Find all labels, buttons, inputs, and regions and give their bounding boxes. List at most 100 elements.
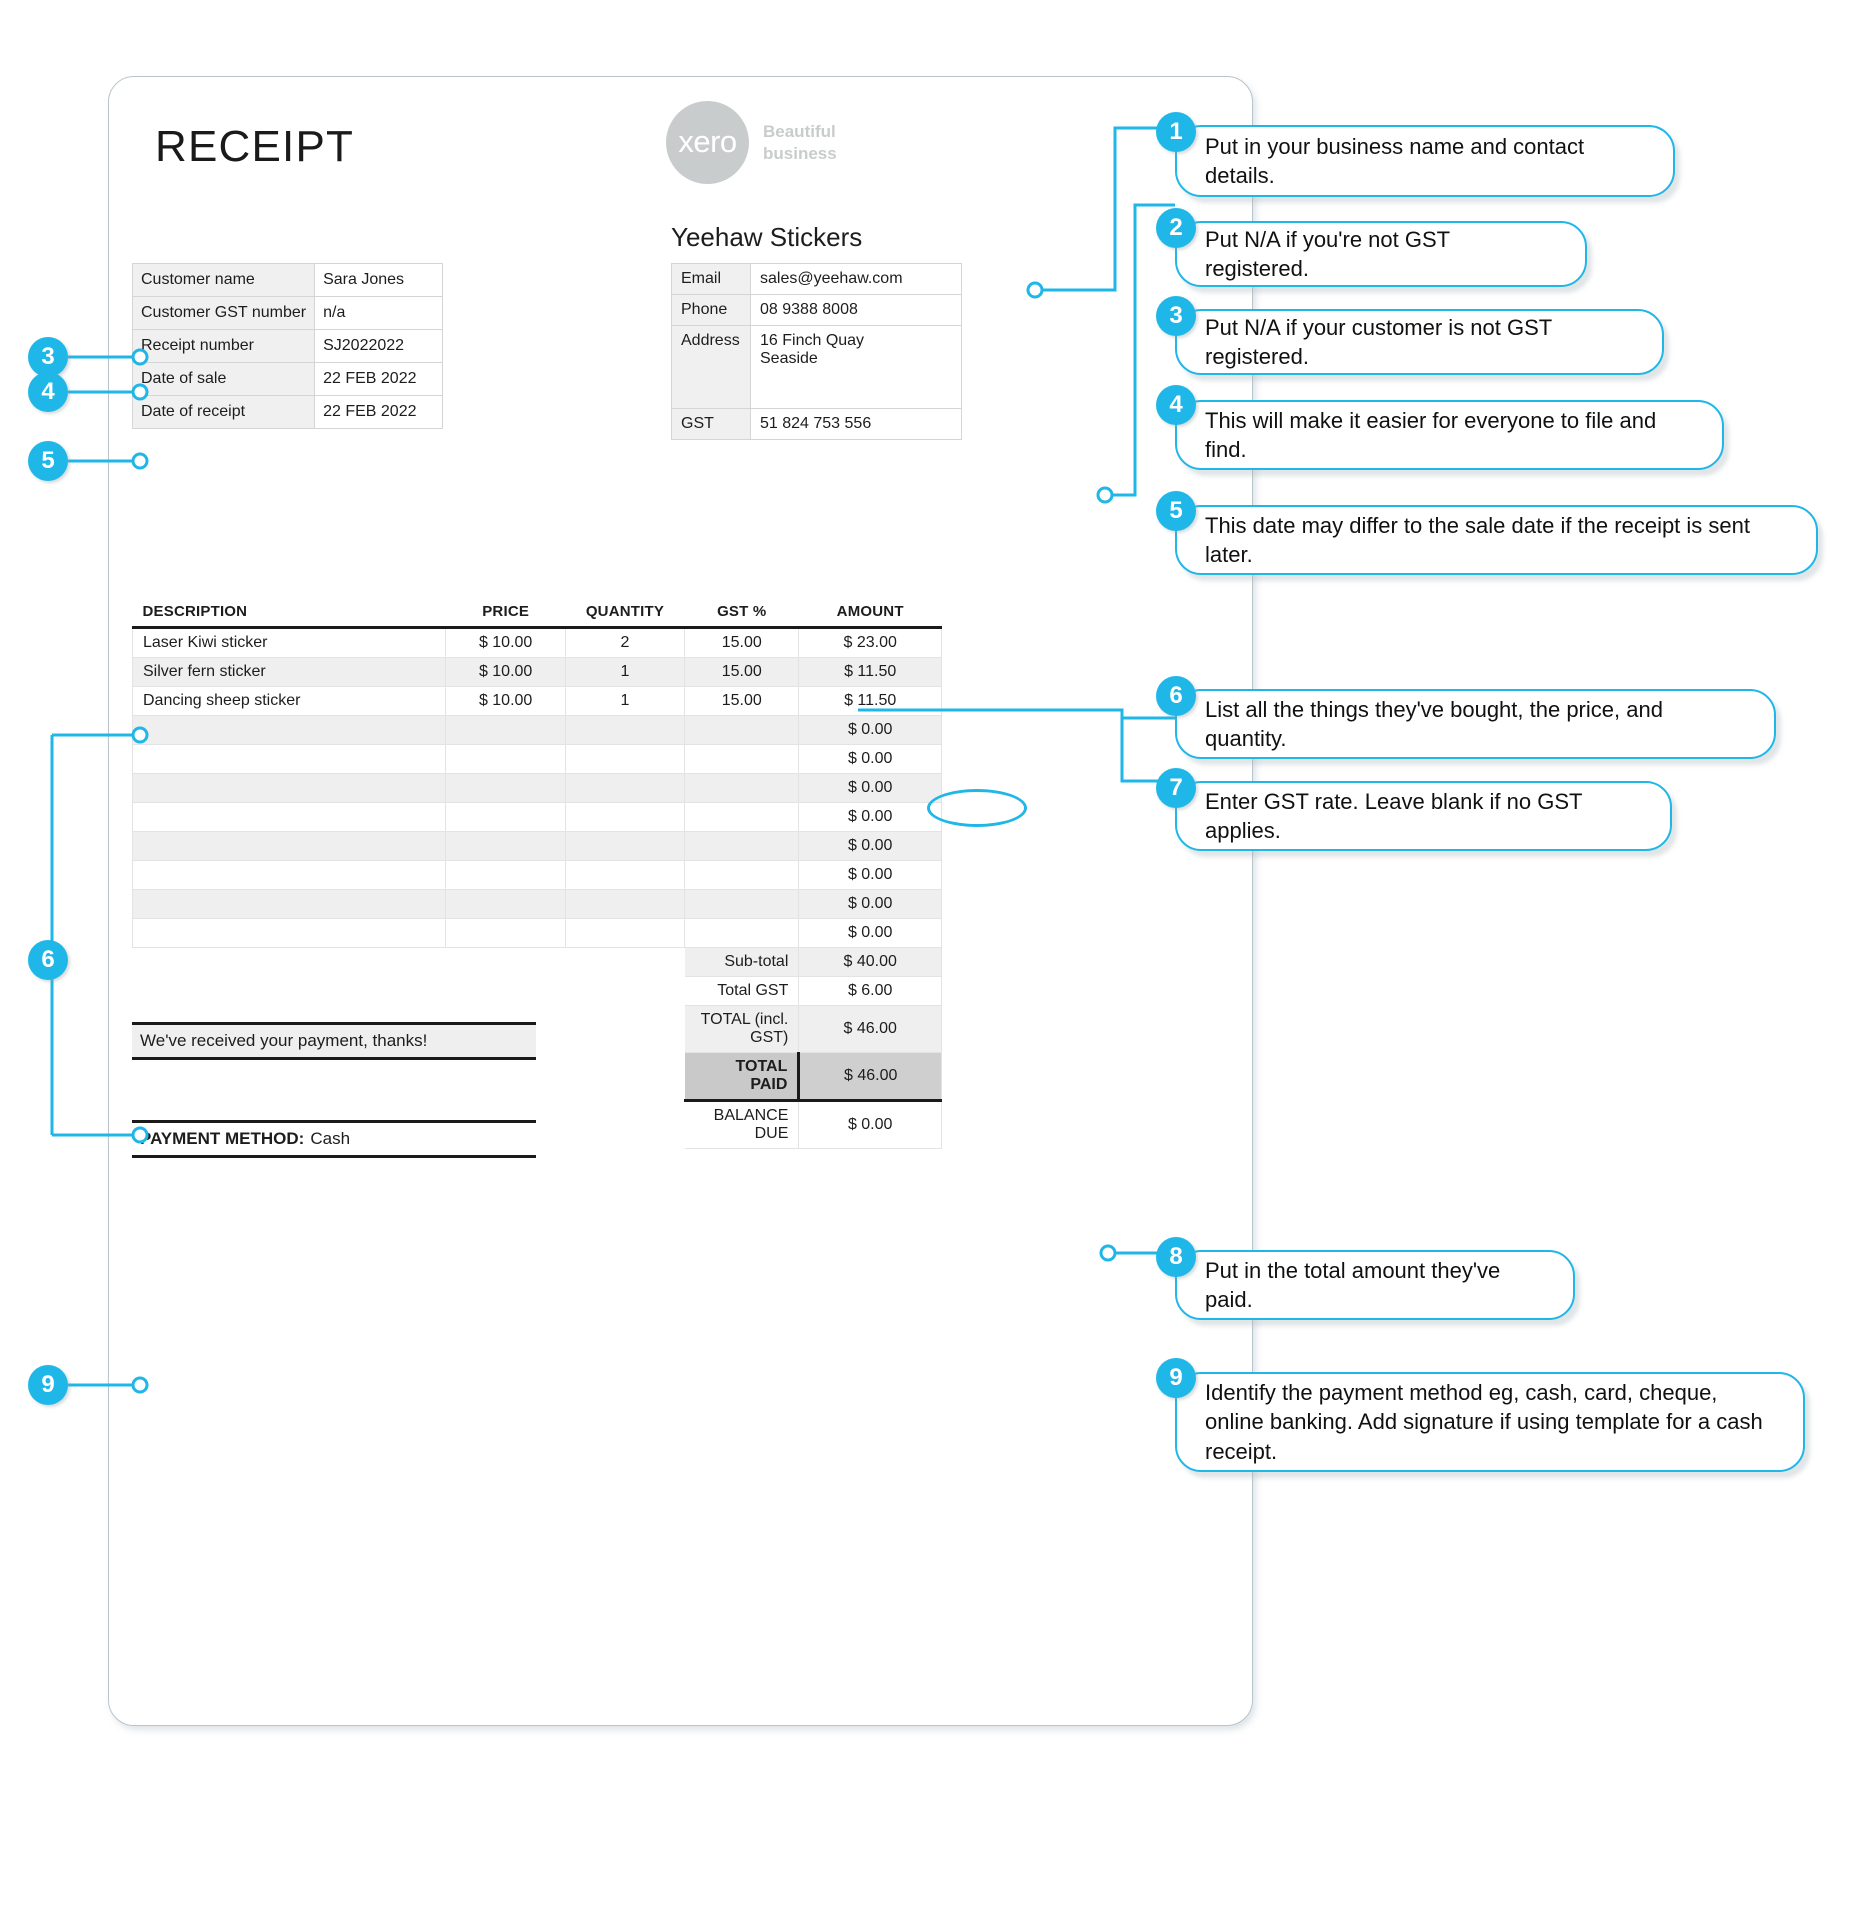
table-row: Phone 08 9388 8008 [671,294,962,326]
date-of-sale-value[interactable]: 22 FEB 2022 [314,362,443,396]
table-row[interactable]: $ 0.00 [131,802,942,832]
table-row[interactable]: $ 0.00 [131,918,942,948]
payment-method-value[interactable]: Cash [310,1129,350,1149]
customer-gst-value[interactable]: n/a [314,296,443,330]
item-price[interactable]: $ 10.00 [445,686,566,716]
item-description[interactable] [131,715,447,745]
item-quantity[interactable] [564,802,686,832]
receipt-number-value[interactable]: SJ2022022 [314,329,443,363]
table-row[interactable]: $ 0.00 [131,831,942,861]
business-email-label: Email [671,263,751,295]
business-address-line1: 16 Finch Quay [760,332,865,349]
item-gst[interactable] [684,773,800,803]
spacer-cell [133,977,446,1006]
business-phone-value[interactable]: 08 9388 8008 [750,294,962,326]
line-items-table: DESCRIPTION PRICE QUANTITY GST % AMOUNT … [131,597,942,1149]
table-row[interactable]: $ 0.00 [131,860,942,890]
callout-badge-2: 2 [1156,208,1196,248]
item-amount: $ 23.00 [798,627,942,658]
item-amount: $ 11.50 [798,657,942,687]
payment-method-field[interactable]: PAYMENT METHOD: Cash [132,1120,536,1158]
item-description[interactable]: Laser Kiwi sticker [131,627,447,658]
business-gst-value[interactable]: 51 824 753 556 [750,408,962,440]
item-price[interactable] [445,831,566,861]
item-gst[interactable] [684,860,800,890]
item-quantity[interactable]: 1 [564,686,686,716]
callout-5: This date may differ to the sale date if… [1175,505,1818,575]
business-email-value[interactable]: sales@yeehaw.com [750,263,962,295]
xero-logo-wordmark: xero [678,124,737,159]
item-description[interactable] [131,889,447,919]
item-description[interactable] [131,918,447,948]
item-quantity[interactable] [564,860,686,890]
table-row[interactable]: $ 0.00 [131,889,942,919]
table-row[interactable]: $ 0.00 [131,744,942,774]
item-quantity[interactable] [564,773,686,803]
business-name[interactable]: Yeehaw Stickers [671,222,862,253]
item-price[interactable] [445,889,566,919]
item-price[interactable] [445,744,566,774]
table-row: Date of sale 22 FEB 2022 [131,362,443,396]
table-row: Receipt number SJ2022022 [131,329,443,363]
item-quantity[interactable]: 2 [564,627,686,658]
item-quantity[interactable] [564,831,686,861]
item-gst[interactable] [684,889,800,919]
total-incl-gst-value: $ 46.00 [798,1005,942,1053]
item-price[interactable] [445,860,566,890]
item-description[interactable] [131,802,447,832]
column-header-amount: AMOUNT [798,597,942,629]
table-row[interactable]: Dancing sheep sticker $ 10.00 1 15.00 $ … [131,686,942,716]
item-description[interactable] [131,744,447,774]
item-amount: $ 0.00 [798,802,942,832]
item-description[interactable]: Silver fern sticker [131,657,447,687]
totals-row-subtotal: Sub-total $ 40.00 [133,947,942,977]
item-price[interactable] [445,773,566,803]
item-gst[interactable] [684,831,800,861]
item-quantity[interactable] [564,889,686,919]
spacer-cell [133,948,446,977]
item-gst[interactable] [684,802,800,832]
customer-gst-label: Customer GST number [131,296,316,330]
item-description[interactable] [131,831,447,861]
item-quantity[interactable] [564,744,686,774]
item-price[interactable]: $ 10.00 [445,657,566,687]
total-paid-value[interactable]: $ 46.00 [798,1052,942,1102]
item-price[interactable] [445,715,566,745]
item-gst[interactable]: 15.00 [684,627,800,658]
item-price[interactable] [445,802,566,832]
customer-name-label: Customer name [131,263,316,297]
item-quantity[interactable] [564,918,686,948]
marker-badge-5: 5 [28,441,68,481]
item-gst[interactable] [684,715,800,745]
receipt-number-label: Receipt number [131,329,316,363]
totals-row-gst: Total GST $ 6.00 [133,976,942,1006]
item-price[interactable]: $ 10.00 [445,627,566,658]
business-address-value[interactable]: 16 Finch Quay Seaside [750,325,962,409]
page-title: RECEIPT [155,122,355,171]
item-description[interactable] [131,773,447,803]
gst-column-highlight-oval [927,789,1027,827]
table-row[interactable]: $ 0.00 [131,715,942,745]
table-row[interactable]: Laser Kiwi sticker $ 10.00 2 15.00 $ 23.… [131,627,942,658]
item-gst[interactable] [684,744,800,774]
date-of-receipt-label: Date of receipt [131,395,316,429]
item-amount: $ 0.00 [798,889,942,919]
date-of-receipt-value[interactable]: 22 FEB 2022 [314,395,443,429]
spacer-cell [565,948,684,977]
subtotal-value: $ 40.00 [798,947,942,977]
customer-name-value[interactable]: Sara Jones [314,263,443,297]
table-row[interactable]: Silver fern sticker $ 10.00 1 15.00 $ 11… [131,657,942,687]
item-description[interactable] [131,860,447,890]
payment-received-note[interactable]: We've received your payment, thanks! [132,1022,536,1060]
business-address-line2: Seaside [760,350,818,367]
callout-badge-6: 6 [1156,676,1196,716]
item-quantity[interactable] [564,715,686,745]
item-description[interactable]: Dancing sheep sticker [131,686,447,716]
table-row[interactable]: $ 0.00 [131,773,942,803]
callout-7: Enter GST rate. Leave blank if no GST ap… [1175,781,1672,851]
item-quantity[interactable]: 1 [564,657,686,687]
item-gst[interactable]: 15.00 [684,657,800,687]
item-gst[interactable]: 15.00 [684,686,800,716]
item-price[interactable] [445,918,566,948]
item-gst[interactable] [684,918,800,948]
